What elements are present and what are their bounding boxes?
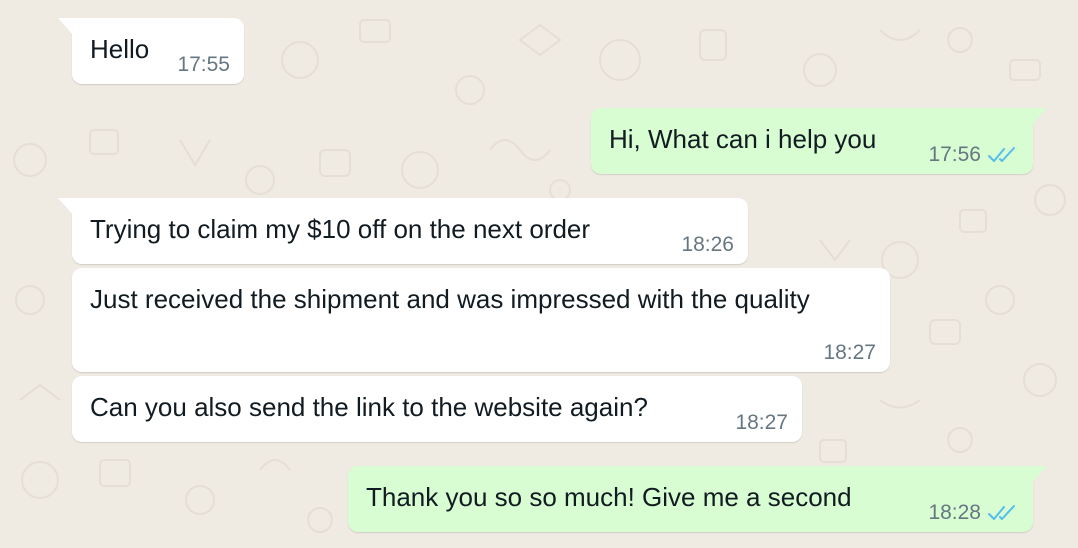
bubble-tail-outgoing bbox=[1031, 466, 1047, 484]
message-bubble-incoming[interactable]: Can you also send the link to the websit… bbox=[72, 376, 802, 442]
message-bubble-outgoing[interactable]: Thank you so so much! Give me a second 1… bbox=[348, 466, 1047, 532]
double-check-read-icon bbox=[988, 505, 1015, 520]
message-bubble-incoming[interactable]: Trying to claim my $10 off on the next o… bbox=[58, 198, 748, 264]
message-text: Thank you so so much! Give me a second bbox=[366, 482, 852, 512]
message-timestamp: 18:27 bbox=[823, 341, 876, 364]
double-check-read-icon bbox=[988, 147, 1015, 162]
message-text: Hello bbox=[90, 34, 150, 64]
bubble-tail-incoming bbox=[58, 18, 74, 36]
message-timestamp: 18:26 bbox=[681, 233, 734, 256]
message-timestamp: 17:55 bbox=[177, 53, 230, 76]
message-timestamp: 18:27 bbox=[735, 411, 788, 434]
message-text: Hi, What can i help you bbox=[609, 124, 877, 154]
bubble-tail-outgoing bbox=[1031, 108, 1047, 126]
message-meta: 17:55 bbox=[177, 53, 230, 77]
message-bubble-incoming[interactable]: Hello 17:55 bbox=[58, 18, 244, 84]
conversation-panel: Hello 17:55 Hi, What can i help you 17:5… bbox=[0, 0, 1078, 548]
message-text: Can you also send the link to the websit… bbox=[90, 392, 648, 422]
message-meta: 17:56 bbox=[928, 143, 1019, 167]
message-meta: 18:27 bbox=[735, 411, 788, 435]
message-text: Trying to claim my $10 off on the next o… bbox=[90, 214, 591, 244]
message-timestamp: 17:56 bbox=[928, 143, 981, 166]
message-meta: 18:26 bbox=[681, 233, 734, 257]
bubble-tail-incoming bbox=[58, 198, 74, 216]
message-bubble-outgoing[interactable]: Hi, What can i help you 17:56 bbox=[591, 108, 1047, 174]
message-meta: 18:27 bbox=[823, 341, 876, 365]
message-timestamp: 18:28 bbox=[928, 501, 981, 524]
message-meta: 18:28 bbox=[928, 501, 1019, 525]
message-text: Just received the shipment and was impre… bbox=[90, 284, 810, 314]
message-bubble-incoming[interactable]: Just received the shipment and was impre… bbox=[72, 268, 890, 372]
